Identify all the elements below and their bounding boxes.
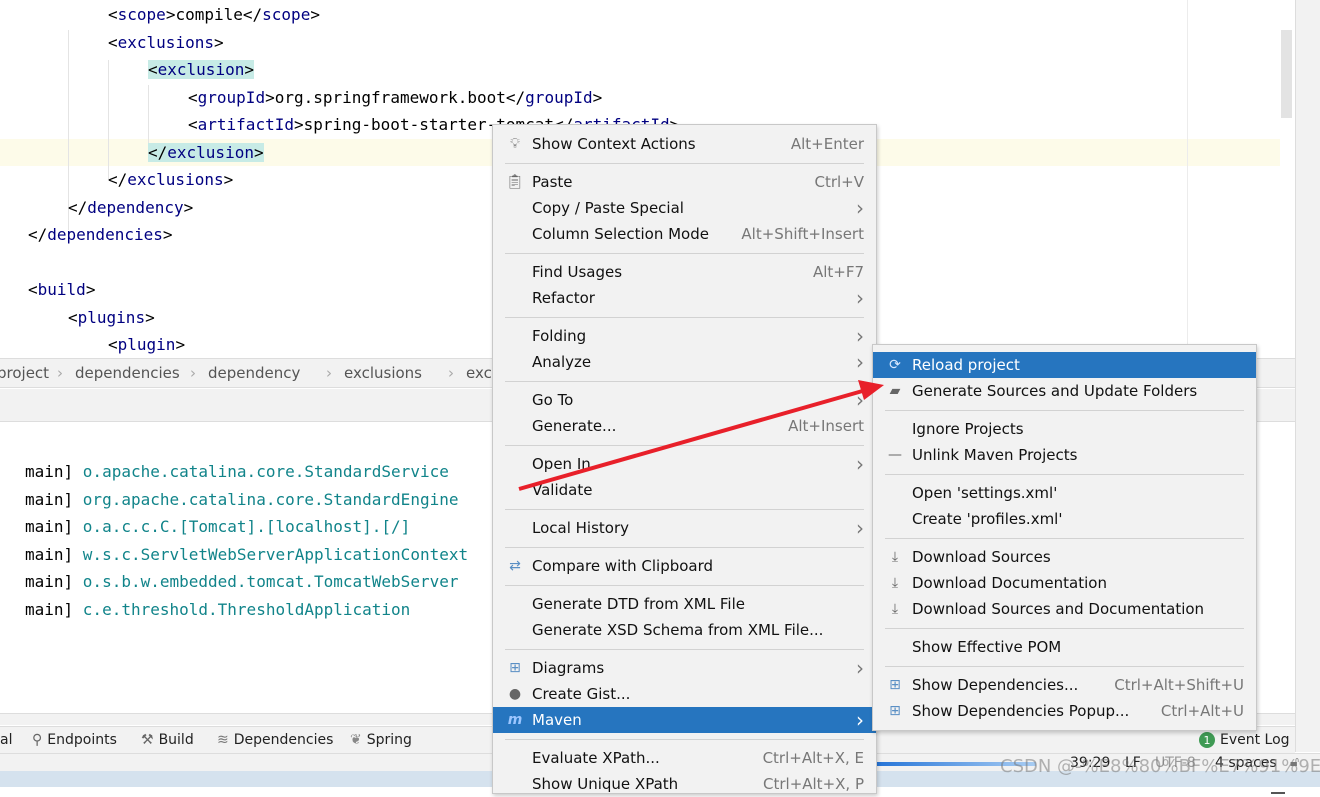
red-arrow-annotation bbox=[518, 380, 884, 491]
hide-icon[interactable] bbox=[1271, 792, 1285, 794]
